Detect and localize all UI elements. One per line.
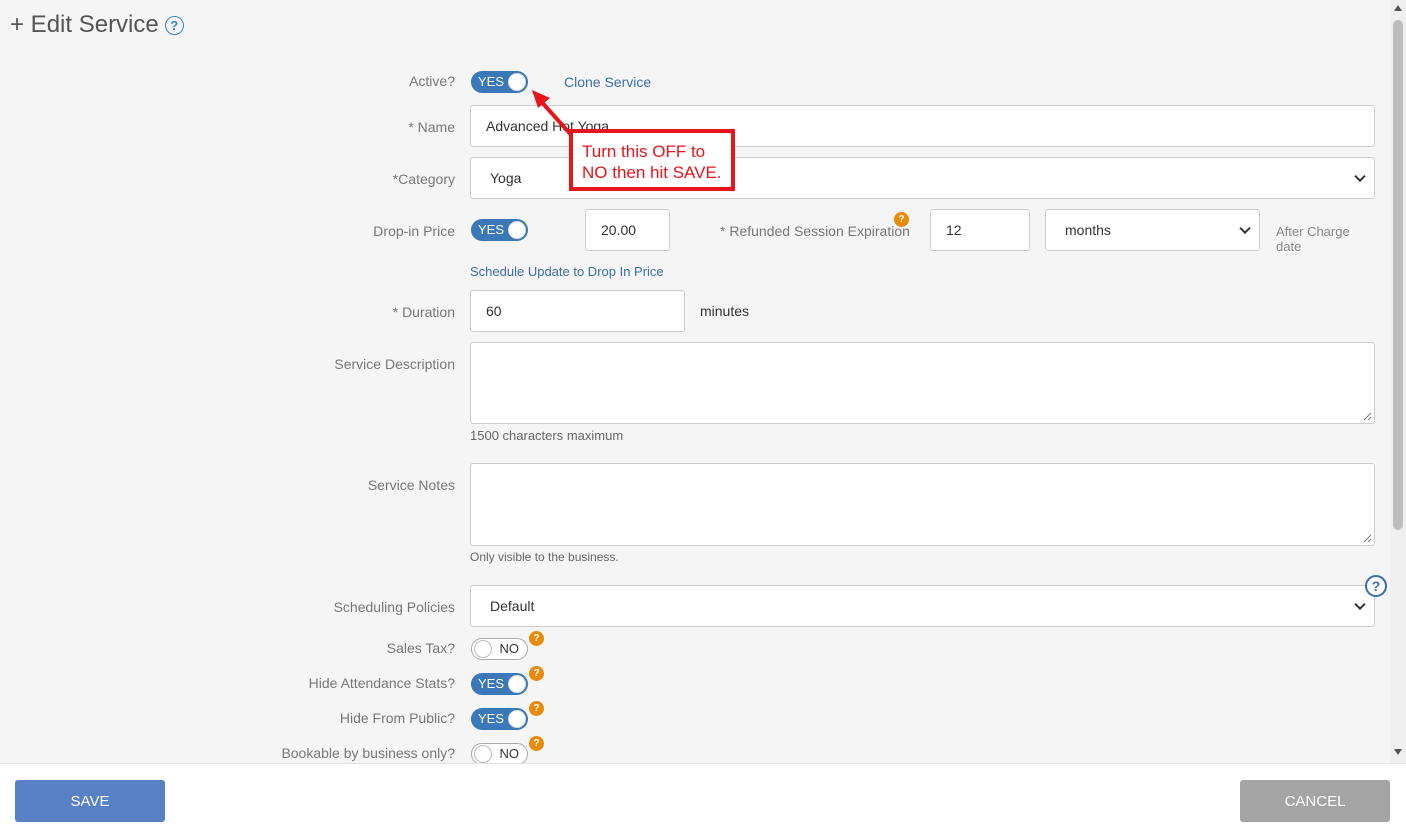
- description-textarea[interactable]: [470, 342, 1375, 424]
- toggle-knob: [508, 675, 526, 693]
- page-title: + Edit Service ?: [10, 11, 184, 39]
- policies-select[interactable]: Default: [470, 585, 1375, 627]
- chevron-down-icon: [1239, 222, 1251, 235]
- footer-bar: SAVE CANCEL: [0, 763, 1406, 833]
- after-charge-note: After Charge date: [1276, 224, 1350, 254]
- annotation-line-1: Turn this OFF to: [582, 142, 706, 161]
- question-badge-icon[interactable]: ?: [529, 736, 544, 751]
- policies-value: Default: [490, 598, 535, 614]
- toggle-knob: [508, 221, 526, 239]
- save-button[interactable]: SAVE: [15, 780, 165, 822]
- dropin-toggle-text: YES: [478, 222, 505, 237]
- question-badge-icon[interactable]: ?: [529, 631, 544, 646]
- after-charge-line-2: date: [1276, 239, 1302, 254]
- bookable-business-toggle-text: NO: [499, 746, 520, 761]
- sales-tax-toggle-text: NO: [499, 641, 520, 656]
- description-hint: 1500 characters maximum: [470, 428, 624, 443]
- scrollbar[interactable]: [1390, 0, 1406, 763]
- duration-input[interactable]: 60: [470, 290, 685, 332]
- hide-attendance-label: Hide Attendance Stats?: [308, 675, 455, 691]
- refund-unit-value: months: [1065, 222, 1111, 238]
- help-icon[interactable]: ?: [164, 15, 184, 35]
- refund-unit-select[interactable]: months: [1045, 209, 1260, 251]
- hide-public-label: Hide From Public?: [339, 710, 455, 726]
- dropin-toggle[interactable]: YES: [471, 219, 528, 241]
- page-title-text: + Edit Service: [10, 11, 159, 38]
- question-badge-icon[interactable]: ?: [894, 212, 909, 227]
- toggle-knob: [474, 745, 492, 763]
- duration-label: * Duration: [392, 304, 455, 320]
- annotation-callout: Turn this OFF to NO then hit SAVE.: [569, 129, 735, 191]
- question-badge-icon[interactable]: ?: [529, 701, 544, 716]
- hide-public-toggle-text: YES: [478, 711, 505, 726]
- policies-label: Scheduling Policies: [333, 599, 455, 615]
- schedule-update-link[interactable]: Schedule Update to Drop In Price: [470, 264, 664, 279]
- category-value: Yoga: [490, 170, 522, 186]
- notes-hint: Only visible to the business.: [470, 550, 619, 564]
- sales-tax-label: Sales Tax?: [386, 640, 455, 656]
- active-toggle[interactable]: YES: [471, 71, 528, 93]
- active-label: Active?: [409, 73, 455, 89]
- hide-public-toggle[interactable]: YES: [471, 708, 528, 730]
- refund-expiration-input[interactable]: 12: [930, 209, 1030, 251]
- hide-attendance-toggle-text: YES: [478, 676, 505, 691]
- category-label: *Category: [392, 171, 455, 187]
- question-badge-icon[interactable]: ?: [529, 666, 544, 681]
- toggle-knob: [508, 73, 526, 91]
- chevron-down-icon: [1354, 598, 1366, 611]
- toggle-knob: [508, 710, 526, 728]
- refund-expiration-label: * Refunded Session Expiration: [720, 223, 910, 239]
- notes-label: Service Notes: [367, 477, 455, 493]
- description-label: Service Description: [334, 356, 455, 372]
- scroll-up-icon[interactable]: [1394, 4, 1402, 12]
- dropin-price-input[interactable]: 20.00: [585, 209, 670, 251]
- resize-grip-icon[interactable]: [1363, 412, 1372, 421]
- toggle-knob: [474, 640, 492, 658]
- resize-grip-icon[interactable]: [1363, 534, 1372, 543]
- bookable-business-toggle[interactable]: NO: [471, 743, 528, 765]
- hide-attendance-toggle[interactable]: YES: [471, 673, 528, 695]
- cancel-button[interactable]: CANCEL: [1240, 780, 1390, 822]
- scroll-thumb[interactable]: [1393, 20, 1403, 530]
- notes-textarea[interactable]: [470, 463, 1375, 546]
- duration-unit: minutes: [700, 303, 750, 319]
- chevron-down-icon: [1354, 170, 1366, 183]
- annotation-line-2: NO then hit SAVE.: [582, 163, 722, 182]
- sales-tax-toggle[interactable]: NO: [471, 638, 528, 660]
- scroll-down-icon[interactable]: [1394, 748, 1402, 756]
- active-toggle-text: YES: [478, 74, 505, 89]
- dropin-label: Drop-in Price: [373, 223, 455, 239]
- after-charge-line-1: After Charge: [1276, 224, 1350, 239]
- name-label: * Name: [408, 119, 455, 135]
- bookable-business-label: Bookable by business only?: [281, 745, 455, 761]
- help-icon[interactable]: ?: [1365, 575, 1387, 597]
